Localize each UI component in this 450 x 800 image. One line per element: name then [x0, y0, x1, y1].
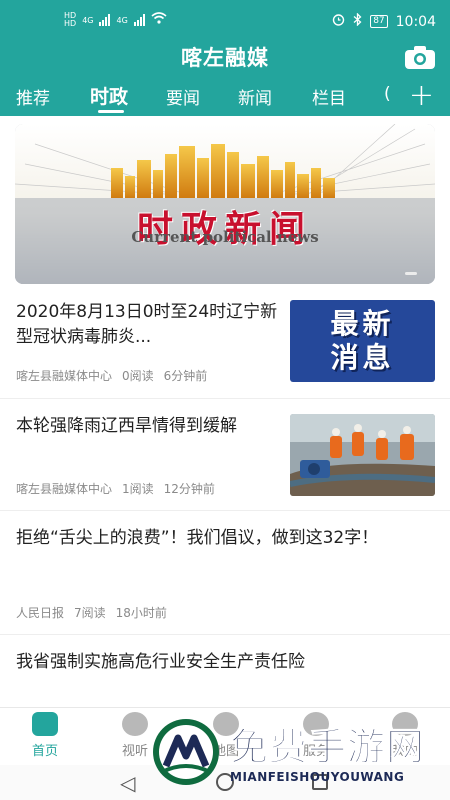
news-title[interactable]: 本轮强降雨辽西旱情得到缓解 — [16, 414, 278, 439]
tab-politics[interactable]: 时政 — [90, 82, 128, 109]
nav-label: 视听 — [121, 744, 148, 759]
divider — [0, 510, 450, 511]
news-reads: 0阅读 — [122, 369, 154, 383]
nav-home[interactable]: 首页 — [15, 712, 75, 759]
news-source: 喀左县融媒体中心 — [16, 369, 113, 383]
play-icon — [122, 712, 148, 736]
news-item[interactable]: 本轮强降雨辽西旱情得到缓解 喀左县融媒体中心 1阅读 12分钟前 — [0, 404, 450, 512]
divider — [0, 634, 450, 635]
clock: 10:04 — [395, 13, 436, 30]
news-item[interactable]: 2020年8月13日0时至24时辽宁新型冠状病毒肺炎... 喀左县融媒体中心 0阅… — [0, 290, 450, 398]
banner-title-en: Current political news — [131, 228, 319, 246]
watermark-text: 免费手游网 — [229, 725, 426, 770]
news-title[interactable]: 我省强制实施高危行业安全生产责任险 — [16, 650, 436, 675]
app-header: HD HD 4G 4G 87 10:04 喀左融媒 推荐 时政 要闻 新闻 栏目… — [0, 0, 450, 116]
app-title: 喀左融媒 — [181, 46, 269, 70]
watermark-logo — [153, 719, 219, 785]
news-thumbnail[interactable] — [290, 414, 435, 496]
battery-icon: 87 — [370, 15, 388, 28]
sim-icon: HD HD — [64, 11, 77, 28]
workers-photo — [290, 414, 435, 496]
active-tab-indicator — [98, 110, 124, 113]
watermark: 免费手游网 MIANFEISHOUYOUWANG — [150, 716, 450, 800]
news-time: 12分钟前 — [163, 482, 215, 496]
news-thumbnail[interactable]: 最新 消息 — [290, 300, 435, 382]
tab-more-partial[interactable]: ( — [384, 84, 391, 104]
camera-icon[interactable] — [404, 44, 436, 70]
watermark-url: MIANFEISHOUYOUWANG — [230, 770, 405, 784]
wifi-icon — [151, 12, 167, 28]
thumb-text: 最新 — [330, 307, 395, 340]
news-source: 人民日报 — [16, 606, 65, 620]
category-tabs: 推荐 时政 要闻 新闻 栏目 ( + — [0, 78, 450, 116]
tab-headlines[interactable]: 要闻 — [166, 84, 200, 109]
status-bar: HD HD 4G 4G 87 10:04 — [0, 0, 450, 42]
bluetooth-icon — [353, 12, 362, 30]
banner-carousel[interactable]: 时政新闻 Current political news — [15, 124, 435, 284]
news-reads: 7阅读 — [74, 606, 106, 620]
signal-icon — [99, 14, 111, 26]
nav-label: 首页 — [31, 744, 58, 759]
network-label: 4G — [82, 15, 94, 25]
signal-icon — [133, 14, 145, 26]
divider — [0, 398, 450, 399]
plus-icon[interactable]: + — [409, 78, 434, 113]
news-item[interactable]: 拒绝“舌尖上的浪费”！我们倡议，做到这32字！ 人民日报 7阅读 18小时前 — [0, 516, 450, 632]
carousel-indicator — [405, 272, 417, 275]
back-icon[interactable]: ◁ — [120, 771, 135, 795]
thumb-text: 消息 — [330, 341, 395, 374]
news-source: 喀左县融媒体中心 — [16, 482, 113, 496]
news-meta: 人民日报 7阅读 18小时前 — [16, 604, 177, 621]
news-title[interactable]: 2020年8月13日0时至24时辽宁新型冠状病毒肺炎... — [16, 300, 278, 350]
tab-news[interactable]: 新闻 — [238, 84, 272, 109]
home-icon — [32, 712, 58, 736]
news-time: 18小时前 — [115, 606, 167, 620]
news-reads: 1阅读 — [122, 482, 154, 496]
news-time: 6分钟前 — [163, 369, 208, 383]
tab-recommend[interactable]: 推荐 — [16, 84, 50, 109]
news-title[interactable]: 拒绝“舌尖上的浪费”！我们倡议，做到这32字！ — [16, 526, 436, 551]
alarm-icon — [332, 13, 345, 30]
network-label: 4G — [116, 15, 128, 25]
news-meta: 喀左县融媒体中心 1阅读 12分钟前 — [16, 480, 225, 497]
tab-columns[interactable]: 栏目 — [312, 84, 346, 109]
news-item[interactable]: 我省强制实施高危行业安全生产责任险 — [0, 640, 450, 706]
news-meta: 喀左县融媒体中心 0阅读 6分钟前 — [16, 367, 217, 384]
